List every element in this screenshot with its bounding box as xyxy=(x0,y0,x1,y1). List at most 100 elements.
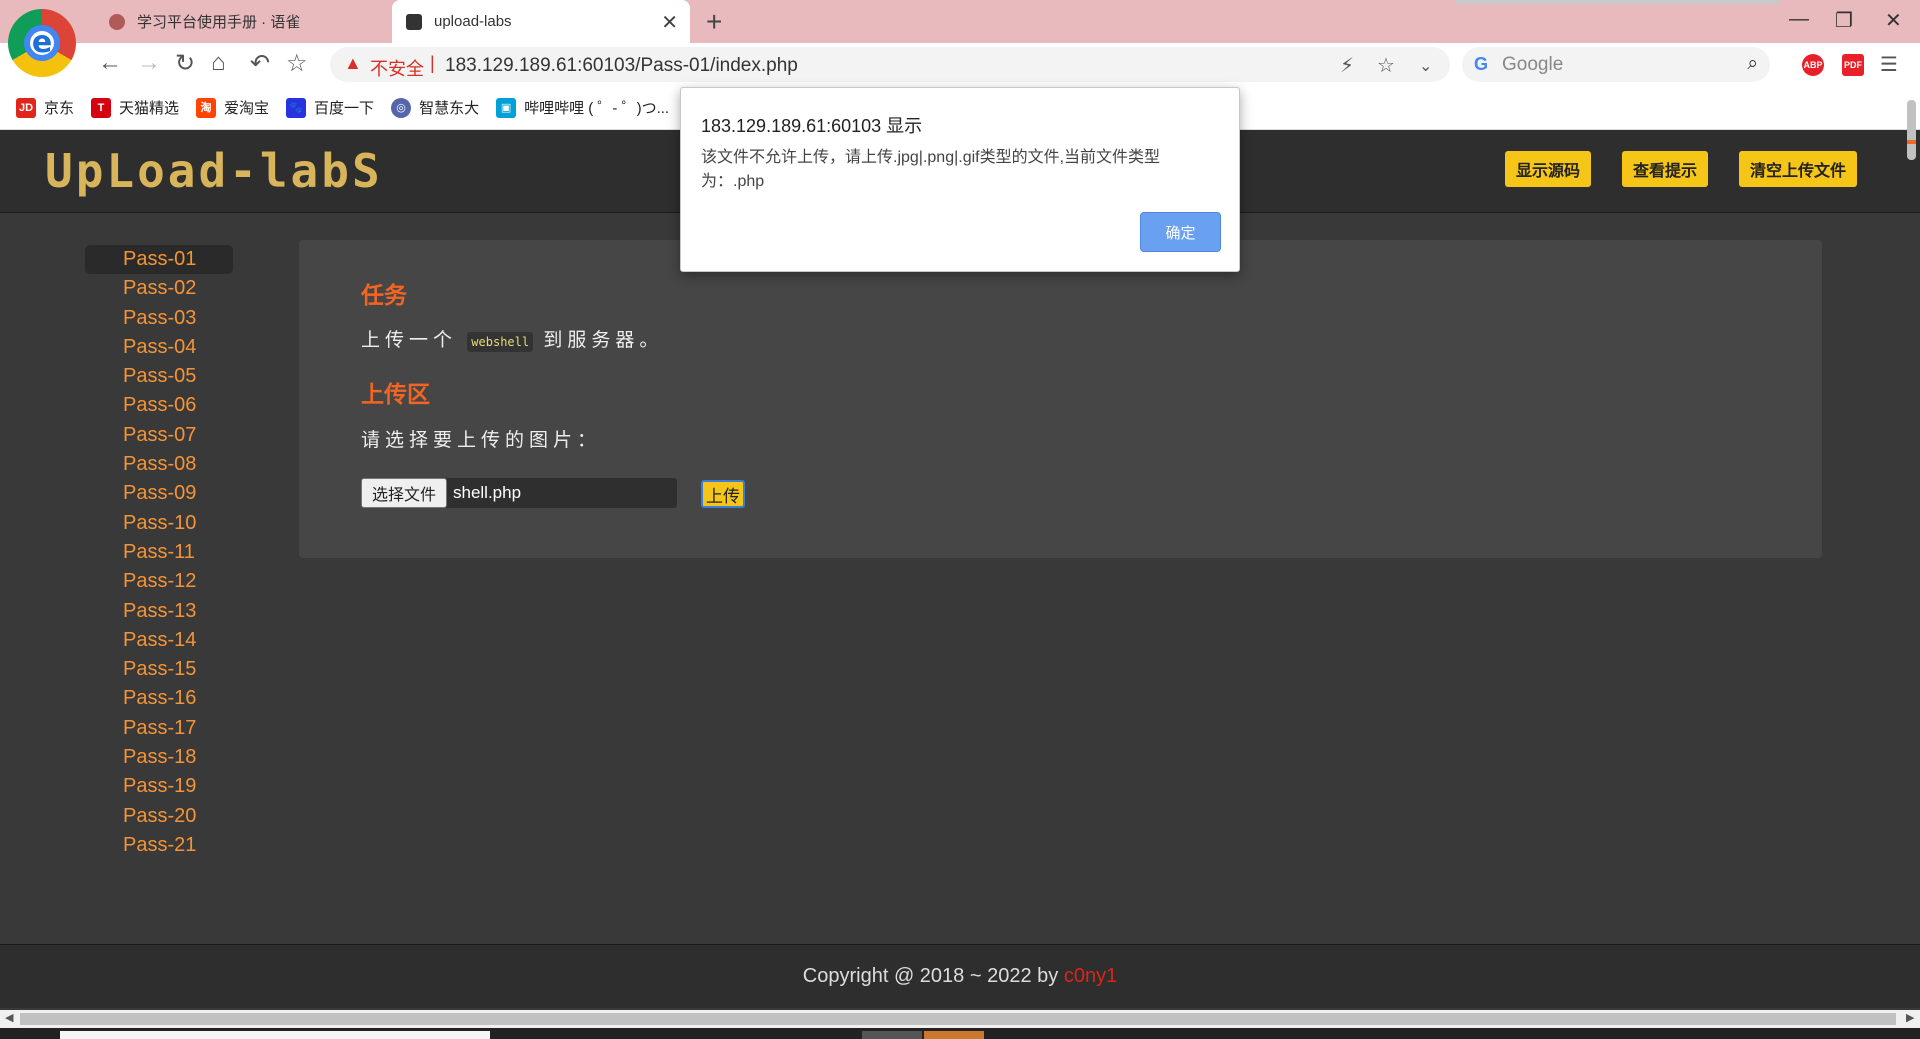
sidebar-item-pass-16[interactable]: Pass-16 xyxy=(85,684,233,713)
adblock-icon[interactable]: ABP xyxy=(1802,54,1824,76)
author-name: c0ny1 xyxy=(1063,965,1118,987)
back-icon[interactable]: ← xyxy=(98,49,122,77)
clear-uploads-button[interactable]: 清空上传文件 xyxy=(1739,151,1858,187)
task-heading: 任务 xyxy=(361,282,407,308)
jd-icon: JD xyxy=(16,97,36,118)
webshell-code: webshell xyxy=(467,332,534,352)
selected-file-name: shell.php xyxy=(453,483,522,502)
dialog-title: 183.129.189.61:60103 显示 xyxy=(701,116,923,136)
browser-toolbar: ← → ↻ ⌂ ↶ ☆ ▲ 不安全 | 183.129.189.61:60103… xyxy=(0,43,1920,86)
restore-icon[interactable]: ❐ xyxy=(1835,8,1853,33)
show-hint-button[interactable]: 查看提示 xyxy=(1622,151,1709,187)
google-icon: G xyxy=(1474,54,1489,74)
tmall-icon: T xyxy=(91,97,112,118)
browser-logo-icon[interactable]: e xyxy=(8,9,76,77)
bookmark-jd[interactable]: JD 京东 xyxy=(16,97,74,118)
tab-title: 学习平台使用手册 · 语雀 xyxy=(137,14,301,31)
undo-icon[interactable]: ↶ xyxy=(250,49,270,78)
sidebar-item-pass-13[interactable]: Pass-13 xyxy=(85,597,233,626)
sidebar-item-pass-08[interactable]: Pass-08 xyxy=(85,450,233,479)
close-window-icon[interactable]: ✕ xyxy=(1885,8,1902,33)
taskbar xyxy=(0,1028,1920,1039)
menu-icon[interactable]: ☰ xyxy=(1880,52,1898,77)
sidebar-item-pass-17[interactable]: Pass-17 xyxy=(85,714,233,743)
sidebar-item-pass-06[interactable]: Pass-06 xyxy=(85,391,233,420)
reload-icon[interactable]: ↻ xyxy=(175,49,195,78)
bookmark-tmall[interactable]: T 天猫精选 xyxy=(91,97,179,118)
tab-title: upload-labs xyxy=(434,13,512,30)
sidebar-item-pass-20[interactable]: Pass-20 xyxy=(85,802,233,831)
taskbar-item[interactable] xyxy=(862,1031,922,1039)
sidebar-item-pass-11[interactable]: Pass-11 xyxy=(85,538,233,567)
bookmark-star-icon[interactable]: ☆ xyxy=(286,49,308,78)
file-input[interactable]: 选择文件 shell.php xyxy=(361,478,677,508)
sidebar-item-pass-07[interactable]: Pass-07 xyxy=(85,421,233,450)
tab-bar-strip xyxy=(1455,0,1780,4)
lightning-icon[interactable]: ⚡ xyxy=(1340,53,1354,78)
bookmark-label: 百度一下 xyxy=(314,100,375,117)
bookmark-label: 哔哩哔哩 ( ゜- ゜)つ... xyxy=(524,100,670,117)
close-tab-icon[interactable]: ✕ xyxy=(661,10,678,35)
upload-submit-button[interactable]: 上传 xyxy=(701,480,745,508)
site-logo: UpLoad-labS xyxy=(45,144,383,198)
scroll-left-icon[interactable]: ◀ xyxy=(5,1011,13,1024)
sidebar-item-pass-19[interactable]: Pass-19 xyxy=(85,772,233,801)
challenge-panel: 任务 上传一个 webshell 到服务器。 上传区 请选择要上传的图片： 选择… xyxy=(299,240,1822,558)
bilibili-icon: ▣ xyxy=(496,97,517,118)
sidebar-item-pass-21[interactable]: Pass-21 xyxy=(85,831,233,860)
sidebar-item-pass-04[interactable]: Pass-04 xyxy=(85,333,233,362)
forward-icon[interactable]: → xyxy=(137,49,161,77)
url-text[interactable]: 183.129.189.61:60103/Pass-01/index.php xyxy=(445,55,798,77)
home-icon[interactable]: ⌂ xyxy=(211,49,226,77)
site-footer: Copyright @ 2018 ~ 2022 by c0ny1 xyxy=(0,945,1920,1008)
taskbar-item[interactable] xyxy=(924,1031,984,1039)
bookmark-baidu[interactable]: 🐾 百度一下 xyxy=(286,97,374,118)
bookmark-aitaobao[interactable]: 淘 爱淘宝 xyxy=(196,97,269,118)
search-placeholder: Google xyxy=(1502,54,1564,75)
minimize-icon[interactable]: — xyxy=(1789,8,1809,31)
scroll-right-icon[interactable]: ▶ xyxy=(1906,1011,1914,1024)
tab-upload-labs[interactable]: upload-labs ✕ xyxy=(392,0,690,43)
sidebar-item-pass-03[interactable]: Pass-03 xyxy=(85,304,233,333)
security-label: 不安全 xyxy=(370,59,424,79)
address-separator: | xyxy=(430,53,435,73)
new-tab-icon[interactable]: + xyxy=(706,6,722,38)
tab-yuque[interactable]: 学习平台使用手册 · 语雀 xyxy=(95,0,390,43)
chevron-down-icon[interactable]: ⌄ xyxy=(1419,56,1432,76)
sidebar-item-pass-02[interactable]: Pass-02 xyxy=(85,274,233,303)
tab-bar: 学习平台使用手册 · 语雀 upload-labs ✕ + — ❐ ✕ xyxy=(0,0,1920,43)
horizontal-scrollbar[interactable]: ◀ ▶ xyxy=(0,1010,1920,1028)
sidebar-item-pass-14[interactable]: Pass-14 xyxy=(85,626,233,655)
scroll-thumb[interactable] xyxy=(20,1013,1896,1025)
task-text-after: 到服务器。 xyxy=(543,330,664,351)
bookmark-bilibili[interactable]: ▣ 哔哩哔哩 ( ゜- ゜)つ... xyxy=(496,97,669,118)
taobao-icon: 淘 xyxy=(196,97,217,118)
sidebar-item-pass-05[interactable]: Pass-05 xyxy=(85,362,233,391)
dialog-ok-button[interactable]: 确定 xyxy=(1140,212,1221,252)
taskbar-item[interactable] xyxy=(60,1031,490,1039)
show-source-button[interactable]: 显示源码 xyxy=(1505,151,1592,187)
sidebar-item-pass-01[interactable]: Pass-01 xyxy=(85,245,233,275)
bookmark-label: 京东 xyxy=(44,100,75,117)
copyright-text: Copyright @ 2018 ~ 2022 by xyxy=(802,965,1064,987)
sidebar-item-pass-12[interactable]: Pass-12 xyxy=(85,567,233,596)
pdf-icon[interactable]: PDF xyxy=(1842,54,1864,76)
address-bar[interactable]: ▲ 不安全 | 183.129.189.61:60103/Pass-01/ind… xyxy=(330,47,1450,82)
bookmark-label: 天猫精选 xyxy=(119,100,180,117)
favorite-star-icon[interactable]: ☆ xyxy=(1377,53,1395,78)
search-icon[interactable]: ⌕ xyxy=(1747,53,1758,75)
search-box[interactable]: G Google ⌕ xyxy=(1462,47,1770,82)
sidebar-item-pass-15[interactable]: Pass-15 xyxy=(85,655,233,684)
choose-file-button[interactable]: 选择文件 xyxy=(361,478,447,508)
yuque-favicon-icon xyxy=(109,13,125,30)
task-text-before: 上传一个 xyxy=(361,330,458,351)
bookmark-zhihui-dongda[interactable]: ◎ 智慧东大 xyxy=(391,97,479,118)
baidu-paw-icon: 🐾 xyxy=(286,97,307,118)
sidebar-item-pass-10[interactable]: Pass-10 xyxy=(85,509,233,538)
pass-sidebar: Pass-01 Pass-02 Pass-03 Pass-04 Pass-05 … xyxy=(85,245,233,860)
vertical-scrollbar[interactable] xyxy=(1907,100,1916,160)
sidebar-item-pass-18[interactable]: Pass-18 xyxy=(85,743,233,772)
task-description: 上传一个 webshell 到服务器。 xyxy=(361,325,663,352)
bookmark-label: 爱淘宝 xyxy=(224,100,270,117)
sidebar-item-pass-09[interactable]: Pass-09 xyxy=(85,479,233,508)
